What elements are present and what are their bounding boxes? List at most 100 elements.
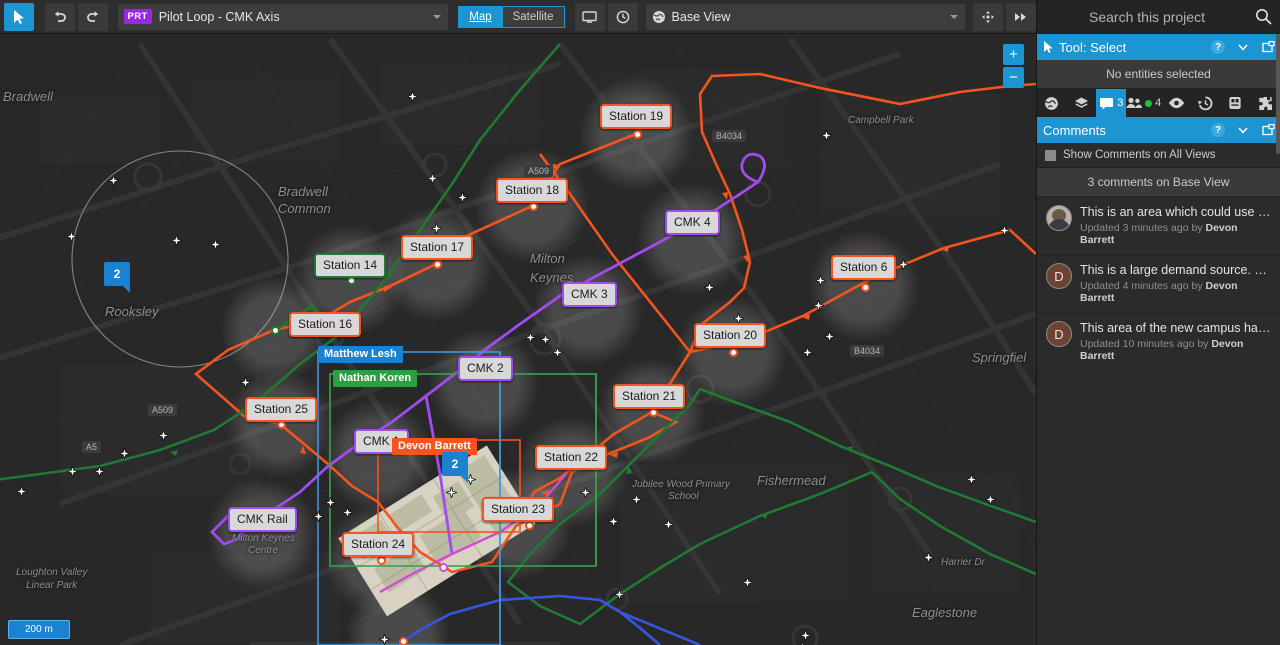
layers-icon bbox=[1074, 96, 1089, 111]
comment-body: This area of the new campus has poor … Up… bbox=[1080, 321, 1272, 362]
view-selector[interactable]: Base View bbox=[645, 3, 966, 30]
comment-meta: Updated 10 minutes ago by Devon Barrett bbox=[1080, 338, 1272, 362]
station-label-cmk-rail[interactable]: CMK Rail bbox=[228, 507, 297, 532]
basemap-satellite-button[interactable]: Satellite bbox=[501, 5, 565, 28]
station-label-station-18[interactable]: Station 18 bbox=[496, 178, 569, 203]
tab-badge-count: 3 bbox=[1117, 97, 1124, 109]
eye-icon bbox=[1168, 97, 1185, 109]
undo-button[interactable] bbox=[44, 2, 75, 31]
zoom-in-button[interactable]: + bbox=[1003, 44, 1024, 65]
clock-button[interactable] bbox=[607, 2, 638, 31]
station-label-station-20[interactable]: Station 20 bbox=[694, 323, 767, 348]
show-comments-label: Show Comments on All Views bbox=[1063, 149, 1216, 161]
map-zoom-controls: + − bbox=[1003, 44, 1024, 90]
station-label-station-17[interactable]: Station 17 bbox=[401, 235, 474, 260]
tool-panel-header: Tool: Select ? bbox=[1037, 34, 1280, 60]
tab-layers[interactable] bbox=[1067, 89, 1097, 117]
avatar: D bbox=[1046, 263, 1072, 289]
road-shield: B4034 bbox=[850, 345, 885, 357]
station-label-station-19[interactable]: Station 19 bbox=[600, 104, 673, 129]
chevron-down-icon bbox=[950, 14, 959, 19]
tool-panel-title: Tool: Select bbox=[1059, 39, 1127, 55]
view-name: Base View bbox=[671, 9, 731, 24]
road-shield: A509 bbox=[148, 404, 178, 416]
station-label-station-21[interactable]: Station 21 bbox=[613, 384, 686, 409]
comment-text: This is a large demand source. Can we… bbox=[1080, 263, 1272, 277]
globe-icon bbox=[652, 10, 665, 23]
zoom-out-button[interactable]: − bbox=[1003, 67, 1024, 88]
chevron-down-icon bbox=[433, 14, 442, 19]
tab-globe[interactable] bbox=[1037, 89, 1067, 117]
station-label-station-25[interactable]: Station 25 bbox=[245, 397, 318, 422]
map-canvas[interactable]: Bradwell Bradwell Common Rooksley Milton Keyn… bbox=[0, 34, 1036, 645]
tab-vehicles[interactable] bbox=[1221, 89, 1251, 117]
help-icon[interactable]: ? bbox=[1208, 120, 1228, 140]
avatar: D bbox=[1046, 321, 1072, 347]
document-selector[interactable]: PRT Pilot Loop - CMK Axis bbox=[117, 3, 449, 30]
online-indicator-dot bbox=[1145, 99, 1153, 107]
station-label-cmk-4[interactable]: CMK 4 bbox=[665, 210, 720, 235]
search-input[interactable] bbox=[1045, 8, 1249, 25]
avatar bbox=[1046, 205, 1072, 231]
basemap-toggle: Map Satellite bbox=[458, 5, 565, 28]
selection-status: No entities selected bbox=[1037, 60, 1280, 89]
prt-badge: PRT bbox=[123, 9, 152, 24]
comment-text: This is an area which could use some r… bbox=[1080, 205, 1272, 219]
redo-button[interactable] bbox=[77, 2, 108, 31]
basemap-map-button[interactable]: Map bbox=[458, 5, 502, 28]
search-bar bbox=[1037, 0, 1280, 34]
fast-forward-button[interactable] bbox=[1006, 2, 1037, 31]
comments-panel-header: Comments ? bbox=[1037, 117, 1280, 143]
comment-text: This area of the new campus has poor … bbox=[1080, 321, 1272, 335]
right-sidebar: Tool: Select ? No entities selected 34 C… bbox=[1036, 0, 1280, 645]
road-shield: A5 bbox=[82, 441, 102, 453]
chevron-down-icon[interactable] bbox=[1233, 120, 1253, 140]
comment-item[interactable]: This is an area which could use some r… U… bbox=[1037, 197, 1280, 255]
station-label-station-6[interactable]: Station 6 bbox=[831, 255, 897, 280]
station-label-station-22[interactable]: Station 22 bbox=[535, 445, 608, 470]
vehicle-icon bbox=[1228, 96, 1242, 110]
tab-visibility[interactable] bbox=[1161, 89, 1191, 117]
search-icon[interactable] bbox=[1255, 8, 1272, 25]
people-icon bbox=[1126, 97, 1143, 109]
station-label-cmk-2[interactable]: CMK 2 bbox=[458, 356, 513, 381]
tab-comments[interactable]: 3 bbox=[1096, 89, 1127, 117]
comment-item[interactable]: D This is a large demand source. Can we… U… bbox=[1037, 255, 1280, 313]
comments-count: 3 comments on Base View bbox=[1037, 168, 1280, 197]
panel-tabs: 34 bbox=[1037, 89, 1280, 117]
monitor-button[interactable] bbox=[574, 2, 605, 31]
station-label-station-14[interactable]: Station 14 bbox=[314, 253, 387, 278]
chevron-down-icon[interactable] bbox=[1233, 37, 1253, 57]
comment-meta: Updated 3 minutes ago by Devon Barrett bbox=[1080, 222, 1272, 246]
cursor-arrow-icon bbox=[1044, 40, 1053, 53]
popout-icon[interactable] bbox=[1258, 37, 1278, 57]
comment-body: This is a large demand source. Can we… Up… bbox=[1080, 263, 1272, 304]
collaborator-tag[interactable]: Matthew Lesh bbox=[318, 346, 403, 363]
tab-history[interactable] bbox=[1191, 89, 1221, 117]
station-label-station-24[interactable]: Station 24 bbox=[342, 532, 415, 557]
comment-item[interactable]: D This area of the new campus has poor … U… bbox=[1037, 313, 1280, 371]
popout-icon[interactable] bbox=[1258, 120, 1278, 140]
history-icon bbox=[1198, 95, 1213, 111]
top-toolbar: PRT Pilot Loop - CMK Axis Map Satellite … bbox=[0, 0, 1037, 34]
globe-icon bbox=[1044, 96, 1059, 111]
comments-panel-title: Comments bbox=[1043, 122, 1106, 138]
comment-meta: Updated 4 minutes ago by Devon Barrett bbox=[1080, 280, 1272, 304]
comment-timestamp: Updated 3 minutes ago by bbox=[1080, 222, 1206, 234]
station-label-station-16[interactable]: Station 16 bbox=[289, 312, 362, 337]
tab-people[interactable]: 4 bbox=[1126, 89, 1161, 117]
select-tool-button[interactable] bbox=[4, 2, 34, 31]
show-comments-checkbox[interactable] bbox=[1045, 149, 1056, 161]
station-label-station-23[interactable]: Station 23 bbox=[482, 497, 555, 522]
comment-pin[interactable]: 2 bbox=[104, 262, 130, 293]
road-shield: A509 bbox=[524, 165, 554, 177]
comments-list[interactable]: This is an area which could use some r… U… bbox=[1037, 197, 1280, 645]
fit-to-screen-button[interactable] bbox=[973, 2, 1004, 31]
station-label-cmk-3[interactable]: CMK 3 bbox=[562, 282, 617, 307]
sidebar-scrollbar[interactable] bbox=[1276, 34, 1280, 154]
collaborator-tag[interactable]: Nathan Koren bbox=[333, 370, 418, 387]
show-comments-all-views-row[interactable]: Show Comments on All Views bbox=[1037, 143, 1280, 168]
help-icon[interactable]: ? bbox=[1208, 37, 1228, 57]
comment-pin[interactable]: 2 bbox=[442, 452, 468, 483]
comment-icon bbox=[1099, 97, 1114, 110]
